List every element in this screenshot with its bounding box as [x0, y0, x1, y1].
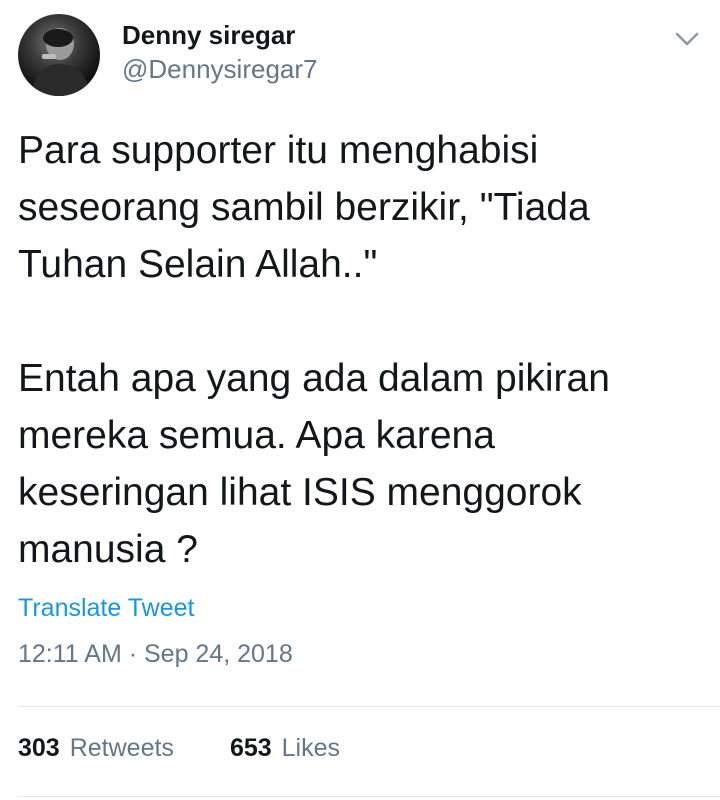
- translate-tweet-link[interactable]: Translate Tweet: [18, 594, 194, 623]
- divider: [18, 796, 720, 797]
- likes-label: Likes: [281, 734, 341, 762]
- likes-stat[interactable]: 653 Likes: [230, 734, 340, 763]
- author-display-name[interactable]: Denny siregar: [122, 18, 317, 52]
- divider: [18, 706, 720, 707]
- author-handle[interactable]: @Dennysiregar7: [122, 52, 317, 86]
- likes-count: 653: [229, 734, 272, 762]
- retweets-count: 303: [18, 734, 60, 762]
- tweet-timestamp[interactable]: 12:11 AM · Sep 24, 2018: [18, 640, 293, 669]
- tweet-header: Denny siregar @Dennysiregar7: [18, 14, 708, 98]
- retweets-label: Retweets: [69, 734, 174, 762]
- tweet-stats: 303 Retweets 653 Likes: [18, 734, 340, 763]
- tweet-text: Para supporter itu menghabisi seseorang …: [18, 129, 610, 571]
- avatar[interactable]: [18, 14, 100, 96]
- retweets-stat[interactable]: 303 Retweets: [18, 734, 174, 763]
- author-names: Denny siregar @Dennysiregar7: [122, 18, 317, 86]
- chevron-down-icon[interactable]: [672, 24, 702, 54]
